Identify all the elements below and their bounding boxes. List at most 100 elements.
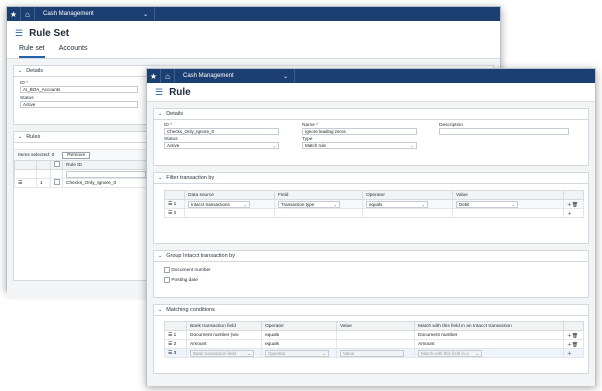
caret-down-icon[interactable]: ⌄ <box>158 307 162 313</box>
type-select[interactable]: Match rule ⌄ <box>302 142 417 149</box>
caret-down-icon[interactable]: ⌄ <box>18 134 22 140</box>
items-selected: Items selected: 0 <box>18 152 55 158</box>
drag-handle-icon[interactable]: ☰ <box>168 351 172 356</box>
module-label: Cash Management <box>183 73 234 79</box>
chevron-down-icon: ⌄ <box>322 350 326 356</box>
caret-down-icon[interactable]: ⌄ <box>158 111 162 117</box>
drag-handle-icon[interactable]: ☰ <box>168 202 172 207</box>
select-all-checkbox[interactable] <box>54 161 60 167</box>
placeholder: Match with this field in a <box>421 350 469 356</box>
value-cell[interactable] <box>336 339 415 349</box>
chevron-down-icon: ⌄ <box>247 350 251 356</box>
row-number: 1 <box>173 332 177 338</box>
operator-select[interactable]: Operator ⌄ <box>265 349 329 357</box>
caret-down-icon[interactable]: ⌄ <box>18 68 22 74</box>
table-row[interactable]: ☰ 2 Amount equals Amount ＋🗑 <box>164 339 584 349</box>
row-number: 1 <box>36 178 51 188</box>
col-value: Value <box>452 190 564 200</box>
checkbox-label: Document number <box>171 268 211 273</box>
drag-handle-icon[interactable]: ☰ <box>168 333 172 338</box>
caret-down-icon[interactable]: ⌄ <box>158 175 162 181</box>
module-menu[interactable]: Cash Management ⌄ <box>175 69 295 83</box>
module-menu[interactable]: Cash Management ⌄ <box>35 7 155 21</box>
rule-filter-input[interactable] <box>66 170 146 178</box>
table-row[interactable]: ☰ 1 Document number (wo equals Document … <box>164 330 584 340</box>
operator-value[interactable]: equals <box>261 330 337 340</box>
col-match-field: Match with this field in an Intacct tran… <box>414 321 564 331</box>
drag-handle-icon[interactable]: ☰ <box>14 178 37 188</box>
row-checkbox[interactable] <box>54 179 60 185</box>
table-row[interactable]: ☰ 1 Intacct transactions ⌄ Transaction ty… <box>164 199 584 209</box>
id-label: ID <box>20 81 25 86</box>
tab-accounts[interactable]: Accounts <box>59 45 88 58</box>
description-field[interactable] <box>439 128 569 135</box>
name-field[interactable]: Ignore leading zeros <box>302 128 417 135</box>
trash-icon[interactable]: 🗑 <box>572 334 578 339</box>
value-cell[interactable] <box>336 330 415 340</box>
bank-field-value[interactable]: Amount <box>186 339 262 349</box>
page-title: Rule <box>169 86 191 98</box>
placeholder: Operator <box>268 350 286 356</box>
remove-button[interactable]: Remove <box>62 151 91 159</box>
data-source-select[interactable]: Intacct transactions ⌄ <box>188 200 250 208</box>
posting-date-checkbox[interactable] <box>164 276 170 283</box>
filter-section: ⌄ Filter transaction by Data source Field… <box>153 172 589 244</box>
star-icon[interactable]: ★ <box>7 7 21 21</box>
id-field[interactable]: Checks_Only_Ignore_0 <box>164 128 279 135</box>
status-select[interactable]: Active <box>20 101 138 108</box>
status-select[interactable]: Active ⌄ <box>164 142 279 149</box>
row-number: 3 <box>173 350 177 356</box>
id-label: ID <box>164 123 169 128</box>
match-field-select[interactable]: Match with this field in a ⌄ <box>418 349 482 357</box>
bank-field-value[interactable]: Document number (wo <box>186 330 262 340</box>
group-section: ⌄ Group Intacct transaction by Document n… <box>153 250 589 298</box>
operator-value: equals <box>369 201 383 207</box>
document-number-checkbox[interactable] <box>164 266 170 273</box>
list-menu-icon[interactable]: ☰ <box>155 87 163 98</box>
value-select[interactable]: Debit ⌄ <box>456 200 518 208</box>
details-section: ⌄ Details ID * Checks_Only_Ignore_0 Statu… <box>153 108 589 166</box>
chevron-down-icon: ⌄ <box>410 143 414 148</box>
col-data-source: Data source <box>184 190 275 200</box>
status-value: Active <box>167 143 180 148</box>
add-row-icon[interactable]: ＋ <box>567 352 572 357</box>
home-icon[interactable]: ⌂ <box>21 7 35 21</box>
chevron-down-icon: ⌄ <box>475 350 479 356</box>
module-label: Cash Management <box>43 11 94 17</box>
home-icon[interactable]: ⌂ <box>161 69 175 83</box>
chevron-down-icon: ⌄ <box>282 73 288 80</box>
chevron-down-icon: ⌄ <box>333 201 337 207</box>
field-select[interactable]: Transaction type ⌄ <box>278 200 340 208</box>
chevron-down-icon: ⌄ <box>511 201 515 207</box>
match-field-value[interactable]: Document number <box>414 330 564 340</box>
operator-value[interactable]: equals <box>261 339 337 349</box>
col-field: Field <box>274 190 363 200</box>
operator-select[interactable]: equals ⌄ <box>366 200 428 208</box>
bank-field-select[interactable]: Bank transaction field ⌄ <box>190 349 254 357</box>
caret-down-icon[interactable]: ⌄ <box>158 253 162 259</box>
table-row[interactable]: ☰ 2 ＋ <box>164 208 584 218</box>
section-title: Group Intacct transaction by <box>166 253 235 259</box>
drag-handle-icon[interactable]: ☰ <box>168 342 172 347</box>
chevron-down-icon: ⌄ <box>421 201 425 207</box>
chevron-down-icon: ⌄ <box>243 201 247 207</box>
table-row[interactable]: ☰ 3 Bank transaction field ⌄ Operator ⌄ Va… <box>164 348 584 358</box>
trash-icon[interactable]: 🗑 <box>572 203 578 208</box>
checkbox-label: Posting date <box>171 278 199 283</box>
star-icon[interactable]: ★ <box>147 69 161 83</box>
list-menu-icon[interactable]: ☰ <box>15 28 23 39</box>
section-title: Matching conditions <box>166 307 215 313</box>
section-title: Details <box>26 68 44 74</box>
drag-handle-icon[interactable]: ☰ <box>168 211 172 216</box>
col-bank-field: Bank transaction field <box>186 321 262 331</box>
page-title: Rule Set <box>29 27 70 39</box>
add-row-icon[interactable]: ＋ <box>567 212 572 217</box>
id-field[interactable]: AI_BOA_Accounts <box>20 86 138 93</box>
col-operator: Operator <box>362 190 453 200</box>
match-field-value[interactable]: Amount <box>414 339 564 349</box>
tab-rule-set[interactable]: Rule set <box>19 45 45 58</box>
col-value: Value <box>336 321 415 331</box>
row-number: 2 <box>173 341 177 347</box>
value-input[interactable]: Value <box>340 349 404 357</box>
trash-icon[interactable]: 🗑 <box>572 343 578 348</box>
